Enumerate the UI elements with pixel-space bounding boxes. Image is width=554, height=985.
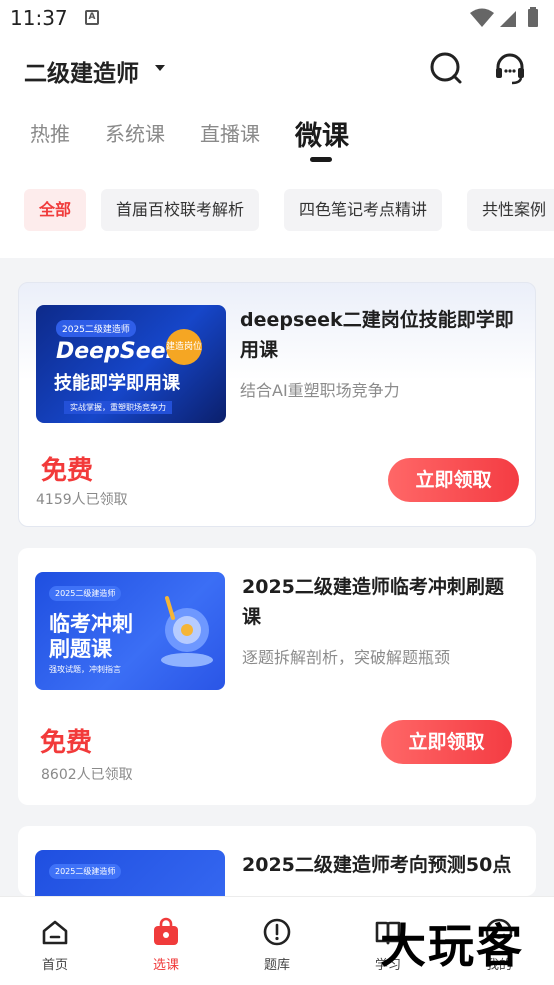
tabbar-item-courses[interactable]: 选课 <box>111 897 221 985</box>
course-claimed-count: 8602人已领取 <box>41 767 133 783</box>
course-card[interactable]: 2025二级建造师 DeepSeek 技能即学即用课 建造岗位 实战掌握，重塑职… <box>18 282 536 527</box>
tabbar-label: 题库 <box>263 958 290 973</box>
course-thumbnail: 2025二级建造师 DeepSeek 技能即学即用课 建造岗位 实战掌握，重塑职… <box>36 305 226 423</box>
filter-chips: 全部 首届百校联考解析 四色笔记考点精讲 共性案例 <box>0 189 554 231</box>
thumb-title: DeepSeek <box>56 339 181 364</box>
notification-icon: A <box>85 10 99 25</box>
signal-icon <box>500 11 516 27</box>
tab-hot[interactable]: 热推 <box>30 118 70 147</box>
thumb-tag: 2025二级建造师 <box>49 586 122 601</box>
chip-all[interactable]: 全部 <box>24 189 87 231</box>
chip-four-color-notes[interactable]: 四色笔记考点精讲 <box>284 189 443 231</box>
target-illustration-icon <box>161 596 213 667</box>
status-bar: 11:37 A <box>0 0 554 38</box>
thumb-tag: 2025二级建造师 <box>49 864 122 879</box>
course-thumbnail: 2025二级建造师 临考冲刺 刷题课 强攻试题，冲刺指言 <box>35 572 225 690</box>
thumb-subtitle: 刷题课 <box>49 637 112 661</box>
tab-micro-course[interactable]: 微课 <box>295 114 349 153</box>
course-price: 免费 <box>41 456 94 486</box>
chip-joint-exam[interactable]: 首届百校联考解析 <box>101 189 260 231</box>
tabbar-label: 首页 <box>41 958 68 973</box>
tabbar-item-home[interactable]: 首页 <box>0 897 110 985</box>
tab-indicator <box>310 157 332 162</box>
course-title: 2025二级建造师临考冲刺刷题课 <box>242 576 504 628</box>
chip-common-cases[interactable]: 共性案例 <box>467 189 554 231</box>
battery-icon <box>528 9 538 27</box>
course-subtitle: 逐题拆解剖析，突破解题瓶颈 <box>242 648 451 667</box>
headset-icon[interactable] <box>490 48 530 88</box>
course-claimed-count: 4159人已领取 <box>36 492 128 508</box>
course-title: deepseek二建岗位技能即学即用课 <box>240 309 514 361</box>
course-title: 2025二级建造师考向预测50点 <box>242 854 512 876</box>
claim-button[interactable]: 立即领取 <box>388 458 519 502</box>
course-card[interactable]: 2025二级建造师 2025二级建造师考向预测50点 <box>18 826 536 896</box>
thumb-subtitle: 技能即学即用课 <box>54 373 180 394</box>
tab-live-course[interactable]: 直播课 <box>200 118 260 147</box>
watermark: 大玩客 <box>380 919 524 973</box>
top-section: 11:37 A 二级建造师 热推 系统课 直播课 微课 全部 首届百校联考解析 … <box>0 0 554 258</box>
search-icon[interactable] <box>426 48 466 88</box>
thumb-footer: 实战掌握，重塑职场竞争力 <box>64 401 172 414</box>
course-card[interactable]: 2025二级建造师 临考冲刺 刷题课 强攻试题，冲刺指言 2025二级建造师临考… <box>18 548 536 805</box>
wifi-icon <box>470 8 494 27</box>
tabbar-label: 选课 <box>152 958 179 973</box>
course-price: 免费 <box>40 728 93 758</box>
thumb-tag: 2025二级建造师 <box>56 320 136 337</box>
status-time: 11:37 <box>10 6 68 30</box>
exam-selector[interactable]: 二级建造师 <box>24 54 139 88</box>
caret-down-icon[interactable] <box>152 60 168 76</box>
home-icon <box>42 920 68 945</box>
claim-button[interactable]: 立即领取 <box>381 720 512 764</box>
thumb-badge: 建造岗位 <box>166 329 202 365</box>
shopping-bag-icon <box>154 917 178 945</box>
question-bank-icon <box>263 918 291 946</box>
tabbar-item-question-bank[interactable]: 题库 <box>222 897 332 985</box>
course-thumbnail: 2025二级建造师 <box>35 850 225 896</box>
tab-system-course[interactable]: 系统课 <box>105 118 165 147</box>
header: 二级建造师 <box>0 42 554 96</box>
thumb-footer: 强攻试题，冲刺指言 <box>49 665 121 674</box>
system-icons <box>470 7 538 27</box>
course-subtitle: 结合AI重塑职场竞争力 <box>240 381 400 400</box>
category-tabs: 热推 系统课 直播课 微课 <box>0 108 554 168</box>
